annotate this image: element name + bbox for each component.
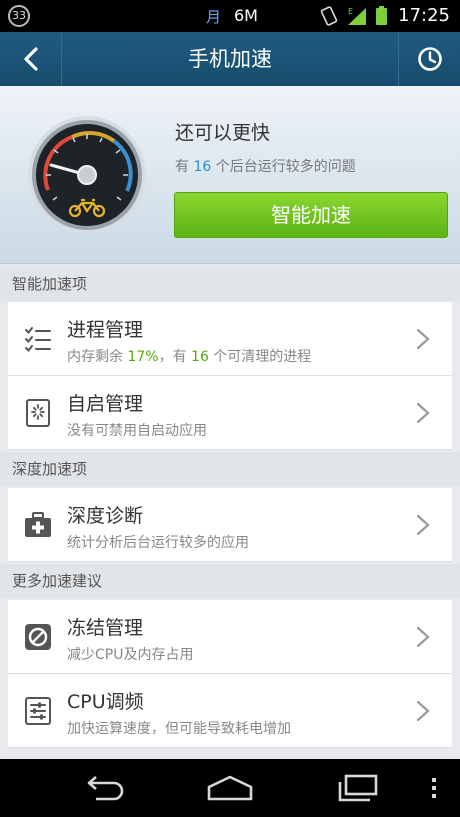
title-bar: 手机加速 (0, 32, 460, 86)
speed-summary-panel: 还可以更快 有 16 个后台运行较多的问题 智能加速 (0, 86, 460, 264)
cpu-tuning-icon (25, 697, 51, 725)
recents-icon (338, 774, 378, 802)
speed-issue-summary: 有 16 个后台运行较多的问题 (175, 159, 356, 175)
overflow-menu-icon (432, 778, 436, 798)
back-arrow-icon (23, 47, 38, 71)
system-navigation-bar (0, 759, 460, 817)
cleanable-process-count: 16 (191, 349, 209, 365)
chevron-right-icon (416, 700, 430, 722)
autostart-management-subtitle: 没有可禁用自启动应用 (67, 423, 207, 439)
back-button[interactable] (0, 32, 62, 86)
cpu-tuning-subtitle: 加快运算速度，但可能导致耗电增加 (67, 721, 291, 737)
cpu-tuning-title: CPU调频 (67, 691, 144, 713)
status-icons: E (320, 6, 387, 26)
nav-recents-button[interactable] (334, 773, 382, 803)
chevron-right-icon (416, 328, 430, 350)
section-deep-boost: 深度加速项 (0, 452, 460, 486)
page-title: 手机加速 (188, 47, 272, 71)
autostart-management-title: 自启管理 (67, 393, 144, 415)
status-bar: 33 月 6M E 17:25 (0, 0, 460, 32)
history-button[interactable] (398, 32, 460, 86)
freeze-management-item[interactable]: 冻结管理 减少CPU及内存占用 (8, 600, 452, 674)
memory-free-percent: 17% (127, 349, 159, 365)
process-management-subtitle: 内存剩余 17%，有 16 个可清理的进程 (67, 349, 312, 365)
cpu-tuning-item[interactable]: CPU调频 加快运算速度，但可能导致耗电增加 (8, 674, 452, 748)
autostart-management-item[interactable]: 自启管理 没有可禁用自启动应用 (8, 376, 452, 450)
medical-kit-icon (25, 512, 51, 537)
deep-diagnosis-item[interactable]: 深度诊断 统计分析后台运行较多的应用 (8, 488, 452, 562)
battery-icon (376, 6, 387, 25)
freeze-icon (25, 624, 51, 650)
issue-count: 16 (193, 159, 212, 175)
speed-headline: 还可以更快 (175, 122, 271, 144)
chevron-right-icon (416, 514, 430, 536)
section-smart-boost: 智能加速项 (0, 267, 460, 301)
moon-icon: 月 (206, 8, 222, 26)
speedometer-icon (28, 116, 146, 234)
smart-boost-button[interactable]: 智能加速 (174, 192, 448, 238)
back-icon (87, 776, 124, 801)
nav-menu-button[interactable] (428, 773, 440, 803)
deep-diagnosis-title: 深度诊断 (67, 505, 144, 527)
process-list-icon (25, 327, 51, 353)
clock: 17:25 (398, 5, 450, 26)
freeze-management-title: 冻结管理 (67, 617, 144, 639)
chevron-right-icon (416, 626, 430, 648)
clock-history-icon (417, 47, 442, 71)
vibrate-icon (320, 6, 338, 26)
freeze-management-subtitle: 减少CPU及内存占用 (67, 647, 194, 663)
notification-badge: 33 (8, 5, 30, 27)
process-management-item[interactable]: 进程管理 内存剩余 17%，有 16 个可清理的进程 (8, 302, 452, 376)
autostart-icon (26, 399, 50, 427)
nav-back-button[interactable] (78, 773, 126, 803)
signal-icon: E (348, 7, 366, 25)
traffic-counter: 6M (234, 6, 258, 25)
svg-text:E: E (348, 7, 353, 16)
nav-home-button[interactable] (204, 773, 256, 803)
process-management-title: 进程管理 (67, 319, 144, 341)
deep-diagnosis-subtitle: 统计分析后台运行较多的应用 (67, 535, 249, 551)
section-more-suggestions: 更多加速建议 (0, 564, 460, 598)
home-icon (207, 775, 253, 801)
chevron-right-icon (416, 402, 430, 424)
